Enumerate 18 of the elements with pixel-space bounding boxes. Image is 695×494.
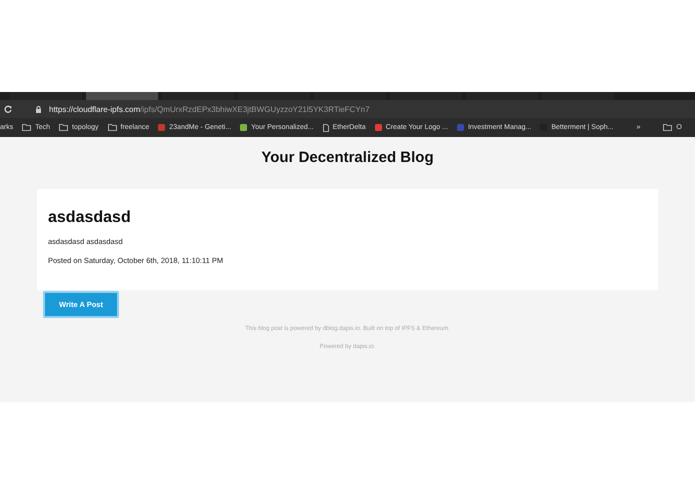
reload-icon[interactable] xyxy=(4,105,12,113)
browser-tab[interactable] xyxy=(10,92,82,100)
blog-title: Your Decentralized Blog xyxy=(261,149,434,166)
browser-tab[interactable] xyxy=(542,92,614,100)
browser-tab[interactable] xyxy=(314,92,386,100)
document-icon xyxy=(322,124,329,132)
folder-icon xyxy=(663,124,672,131)
browser-tab[interactable] xyxy=(86,92,158,100)
post-title: asdasdasd xyxy=(48,209,131,227)
folder-icon xyxy=(22,124,32,131)
url-text[interactable]: https://cloudflare-ipfs.com/ipfs/QmUrxRzdEPx3bhiwXE3jtBWGUyzzoY21l5YK3RTieFCYn7 xyxy=(49,104,370,114)
browser-tab[interactable] xyxy=(466,92,538,100)
folder-icon xyxy=(59,124,68,131)
browser-tab[interactable] xyxy=(390,92,462,100)
lock-icon xyxy=(36,106,41,112)
browser-tab[interactable] xyxy=(162,92,234,100)
browser-tab[interactable] xyxy=(238,92,310,100)
folder-icon xyxy=(108,124,116,131)
